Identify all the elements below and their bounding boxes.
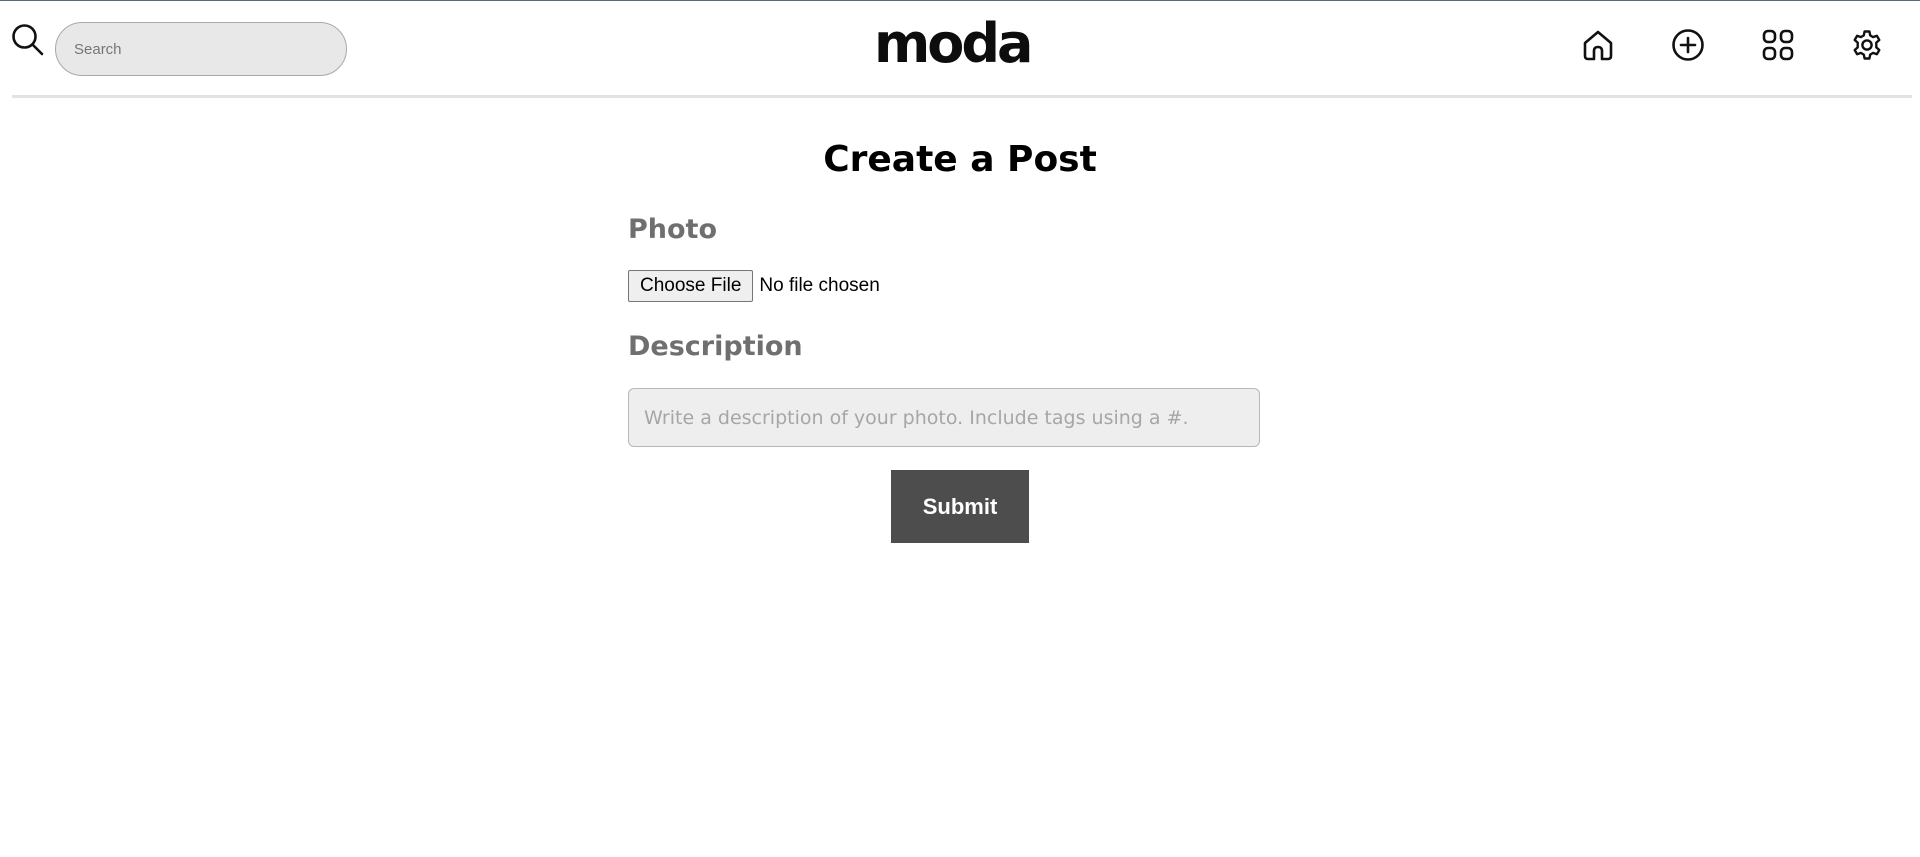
- page-title: Create a Post: [823, 139, 1097, 180]
- search-icon[interactable]: [11, 23, 45, 57]
- photo-label: Photo: [628, 214, 718, 245]
- photo-file-input[interactable]: Choose File No file chosen: [628, 270, 880, 302]
- description-input[interactable]: [628, 388, 1260, 447]
- gear-icon[interactable]: [1849, 27, 1885, 63]
- choose-file-button[interactable]: Choose File: [628, 270, 754, 302]
- home-icon[interactable]: [1580, 27, 1616, 63]
- submit-button[interactable]: Submit: [891, 470, 1029, 543]
- file-status-text: No file chosen: [759, 275, 880, 296]
- grid-icon[interactable]: [1760, 27, 1796, 63]
- description-label: Description: [628, 331, 803, 362]
- app-logo[interactable]: moda: [874, 9, 1033, 79]
- header-divider: [12, 95, 1912, 98]
- search-input[interactable]: [55, 22, 347, 76]
- top-navbar: moda: [0, 1, 1920, 97]
- plus-circle-icon[interactable]: [1670, 27, 1706, 63]
